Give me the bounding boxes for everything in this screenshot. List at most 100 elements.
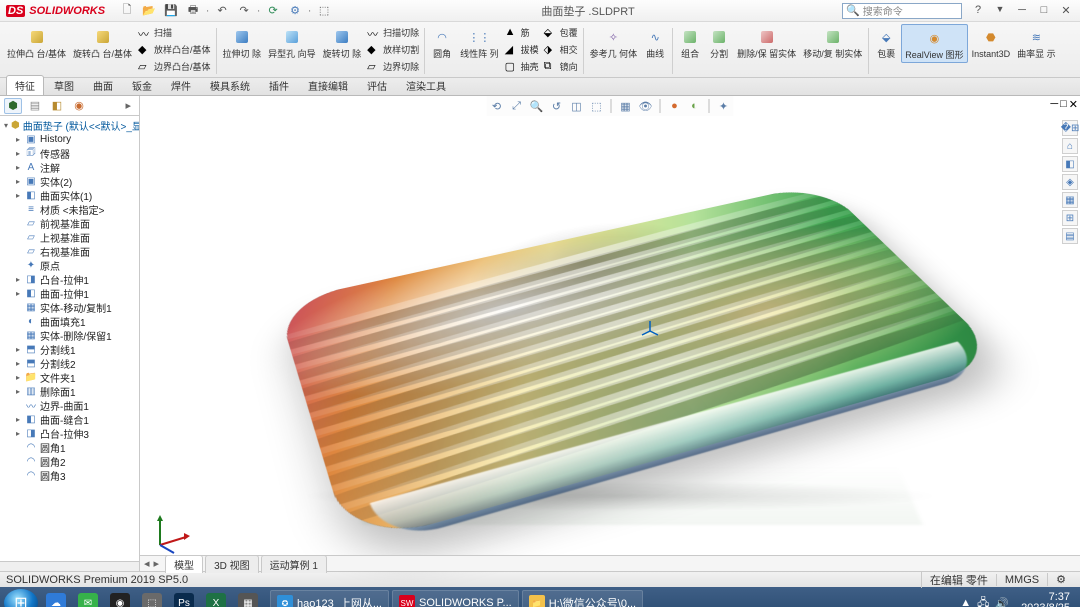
qat-redo[interactable]: ↷: [234, 2, 254, 20]
hud-zoom-area-icon[interactable]: 🔍: [529, 98, 545, 114]
tab-4[interactable]: 焊件: [162, 75, 200, 95]
taskbar-clock[interactable]: 7:37 2023/8/25: [1015, 592, 1076, 607]
task-explorer[interactable]: 📁H:\微信公众号\0...: [522, 590, 643, 607]
taskpane-btn-2[interactable]: ◧: [1062, 156, 1078, 172]
cmd-realview[interactable]: ◉RealView 图形: [901, 24, 967, 63]
status-custom[interactable]: ⚙: [1047, 573, 1074, 586]
tree-item[interactable]: ▸⬒分割线1: [0, 342, 139, 356]
tree-item[interactable]: ▸◧曲面-缝合1: [0, 412, 139, 426]
cmd-draft[interactable]: ◢拔模: [505, 41, 539, 58]
tab-5[interactable]: 模具系统: [201, 75, 259, 95]
pin-photoshop[interactable]: Ps: [169, 590, 199, 607]
hud-zoom-fit-icon[interactable]: ⤢: [509, 98, 525, 114]
cmd-loft[interactable]: ◆放样凸台/基体: [138, 41, 211, 58]
start-button[interactable]: ⊞: [4, 589, 38, 607]
cmd-intersect[interactable]: ⬗相交: [544, 41, 578, 58]
cmd-revolve-cut[interactable]: 旋转切 除: [320, 24, 365, 61]
taskpane-btn-3[interactable]: ◈: [1062, 174, 1078, 190]
help-button[interactable]: ?: [970, 4, 986, 17]
tree-item[interactable]: ▸◧曲面-拉伸1: [0, 286, 139, 300]
mtab-scroll[interactable]: ◂▸: [140, 557, 163, 570]
tree-tab-config[interactable]: ◧: [48, 98, 66, 114]
tree-item[interactable]: ▱前视基准面: [0, 216, 139, 230]
cmd-fillet[interactable]: ◠圆角: [428, 24, 456, 61]
cmd-boundary-cut[interactable]: ▱边界切除: [367, 58, 419, 75]
qat-print[interactable]: 🖶: [183, 2, 203, 20]
hud-orbit-icon[interactable]: ⟲: [489, 98, 505, 114]
hud-prev-view-icon[interactable]: ↺: [549, 98, 565, 114]
qat-rebuild[interactable]: ⟳: [263, 2, 283, 20]
tree-item[interactable]: ◠圆角3: [0, 468, 139, 482]
hud-scene-icon[interactable]: ◐: [687, 98, 703, 114]
close-button[interactable]: ✕: [1058, 4, 1074, 17]
tab-0[interactable]: 特征: [6, 75, 44, 95]
taskpane-btn-1[interactable]: ⌂: [1062, 138, 1078, 154]
tab-2[interactable]: 曲面: [84, 75, 122, 95]
pin-excel[interactable]: X: [201, 590, 231, 607]
taskpane-btn-0[interactable]: �⊞: [1062, 120, 1078, 136]
tray-vol-icon[interactable]: 🔊: [995, 597, 1009, 607]
hud-display-style-icon[interactable]: ▦: [618, 98, 634, 114]
cmd-rib[interactable]: ▲筋: [505, 24, 539, 41]
cmd-boundary[interactable]: ▱边界凸台/基体: [138, 58, 211, 75]
tab-3[interactable]: 钣金: [123, 75, 161, 95]
cmd-combine[interactable]: 组合: [676, 24, 704, 61]
task-solidworks[interactable]: SWSOLIDWORKS P...: [392, 590, 519, 607]
view-triad[interactable]: [152, 513, 192, 553]
tree-tab-property[interactable]: ▤: [26, 98, 44, 114]
cmd-linear-pattern[interactable]: ⋮⋮线性阵 列: [457, 24, 502, 61]
tab-8[interactable]: 评估: [358, 75, 396, 95]
tree-hscroll[interactable]: [0, 561, 139, 571]
tree-root[interactable]: ▾⬢ 曲面垫子 (默认<<默认>_显示状态 1>): [0, 118, 139, 132]
pin-app2[interactable]: ▦: [233, 590, 263, 607]
minimize-button[interactable]: ─: [1014, 4, 1030, 17]
tray-net-icon[interactable]: 🖧: [977, 594, 989, 607]
tree-tab-display[interactable]: ◉: [70, 98, 88, 114]
tree-item[interactable]: ▸⬒分割线2: [0, 356, 139, 370]
tree-item[interactable]: ◠圆角1: [0, 440, 139, 454]
cmd-mirror[interactable]: ⧉镜向: [544, 58, 578, 75]
cmd-ref-geom[interactable]: ✧参考几 何体: [587, 24, 641, 61]
tab-1[interactable]: 草图: [45, 75, 83, 95]
tree-item[interactable]: ◠圆角2: [0, 454, 139, 468]
tree-item[interactable]: ▸📁文件夹1: [0, 370, 139, 384]
mtab-motion[interactable]: 运动算例 1: [261, 555, 327, 573]
doc-min[interactable]: ─: [1050, 98, 1058, 111]
doc-close[interactable]: ✕: [1069, 98, 1078, 111]
cmd-extrude-cut[interactable]: 拉伸切 除: [220, 24, 265, 61]
cmd-move-body[interactable]: 移动/复 制实体: [800, 24, 865, 61]
system-tray[interactable]: ▲ 🖧 🔊 7:37 2023/8/25: [960, 592, 1076, 607]
qat-select[interactable]: ⬚: [314, 2, 334, 20]
status-units[interactable]: MMGS: [996, 574, 1047, 586]
cmd-sweep[interactable]: 〰扫描: [138, 24, 211, 41]
tree-item[interactable]: ◐曲面填充1: [0, 314, 139, 328]
tab-7[interactable]: 直接编辑: [299, 75, 357, 95]
tab-9[interactable]: 渲染工具: [397, 75, 455, 95]
tree-item[interactable]: ▸◧曲面实体(1): [0, 188, 139, 202]
tree-item[interactable]: ▸🗊传感器: [0, 146, 139, 160]
tree-item[interactable]: ▸▣实体(2): [0, 174, 139, 188]
pin-app1[interactable]: ⬚: [137, 590, 167, 607]
tree-item[interactable]: ▱右视基准面: [0, 244, 139, 258]
tree-item[interactable]: ▸◨凸台-拉伸3: [0, 426, 139, 440]
graphics-area[interactable]: ⟲ ⤢ 🔍 ↺ ◫ ⬚ ▦ 👁 ● ◐ ✦ ─ □ ✕ �⊞⌂◧◈▦⊞▤: [140, 96, 1080, 571]
tree-item[interactable]: ▸◨凸台-拉伸1: [0, 272, 139, 286]
pin-obs[interactable]: ◉: [105, 590, 135, 607]
tray-icon[interactable]: ▲: [960, 597, 971, 607]
qat-save[interactable]: 💾: [161, 2, 181, 20]
tree-item[interactable]: ▦实体-移动/复制1: [0, 300, 139, 314]
taskpane-btn-4[interactable]: ▦: [1062, 192, 1078, 208]
tree-item[interactable]: ▸A注解: [0, 160, 139, 174]
tree-collapse[interactable]: ▸: [121, 99, 135, 112]
hud-appearance-icon[interactable]: ●: [667, 98, 683, 114]
mtab-model[interactable]: 模型: [165, 555, 203, 573]
pin-wechat[interactable]: ✉: [73, 590, 103, 607]
tree-tab-feature[interactable]: ⬢: [4, 98, 22, 114]
mtab-3dview[interactable]: 3D 视图: [205, 555, 259, 573]
qat-undo[interactable]: ↶: [212, 2, 232, 20]
tree-item[interactable]: ▦实体-删除/保留1: [0, 328, 139, 342]
feature-tree[interactable]: ▾⬢ 曲面垫子 (默认<<默认>_显示状态 1>) ▸▣History▸🗊传感器…: [0, 116, 139, 561]
tree-item[interactable]: ▸▥删除面1: [0, 384, 139, 398]
cmd-instant3d[interactable]: ⬣Instant3D: [969, 24, 1014, 61]
cmd-split[interactable]: 分割: [705, 24, 733, 61]
